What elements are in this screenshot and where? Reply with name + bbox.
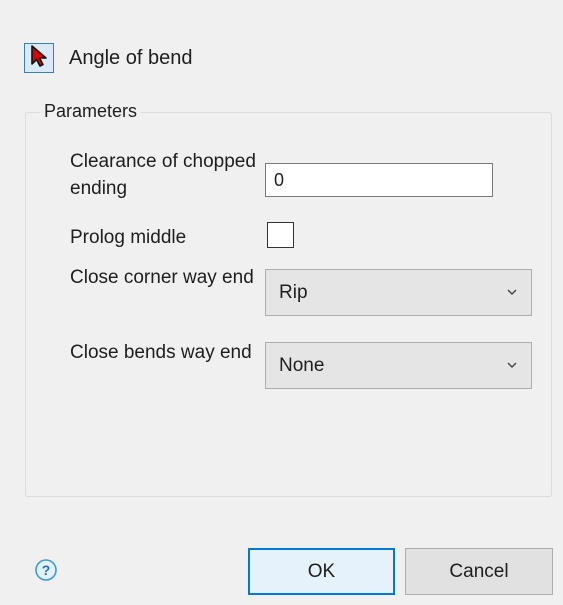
parameters-group-title: Parameters: [40, 99, 142, 123]
close-bends-label: Close bends way end: [70, 342, 252, 363]
dialog-header: Angle of bend: [24, 42, 192, 74]
prolog-middle-label: Prolog middle: [70, 227, 187, 248]
red-arrow-cursor-icon: [29, 44, 49, 73]
svg-text:?: ?: [42, 562, 51, 578]
close-bends-dropdown[interactable]: None: [265, 342, 532, 389]
chevron-down-icon: [505, 361, 519, 371]
close-corner-value: Rip: [279, 281, 308, 303]
clearance-label: Clearance of chopped ending: [70, 151, 256, 199]
dialog-title: Angle of bend: [69, 46, 193, 69]
close-bends-value: None: [279, 354, 325, 376]
cancel-button[interactable]: Cancel: [405, 548, 553, 595]
chevron-down-icon: [505, 288, 519, 298]
clearance-input[interactable]: [265, 163, 493, 197]
question-circle-icon[interactable]: ?: [35, 559, 57, 581]
ok-button[interactable]: OK: [248, 548, 395, 595]
dialog: Angle of bend Parameters Clearance of ch…: [0, 0, 563, 605]
close-corner-dropdown[interactable]: Rip: [265, 269, 532, 316]
prolog-middle-checkbox[interactable]: [267, 222, 294, 248]
close-corner-label: Close corner way end: [70, 267, 254, 288]
select-tool-button[interactable]: [24, 43, 54, 73]
